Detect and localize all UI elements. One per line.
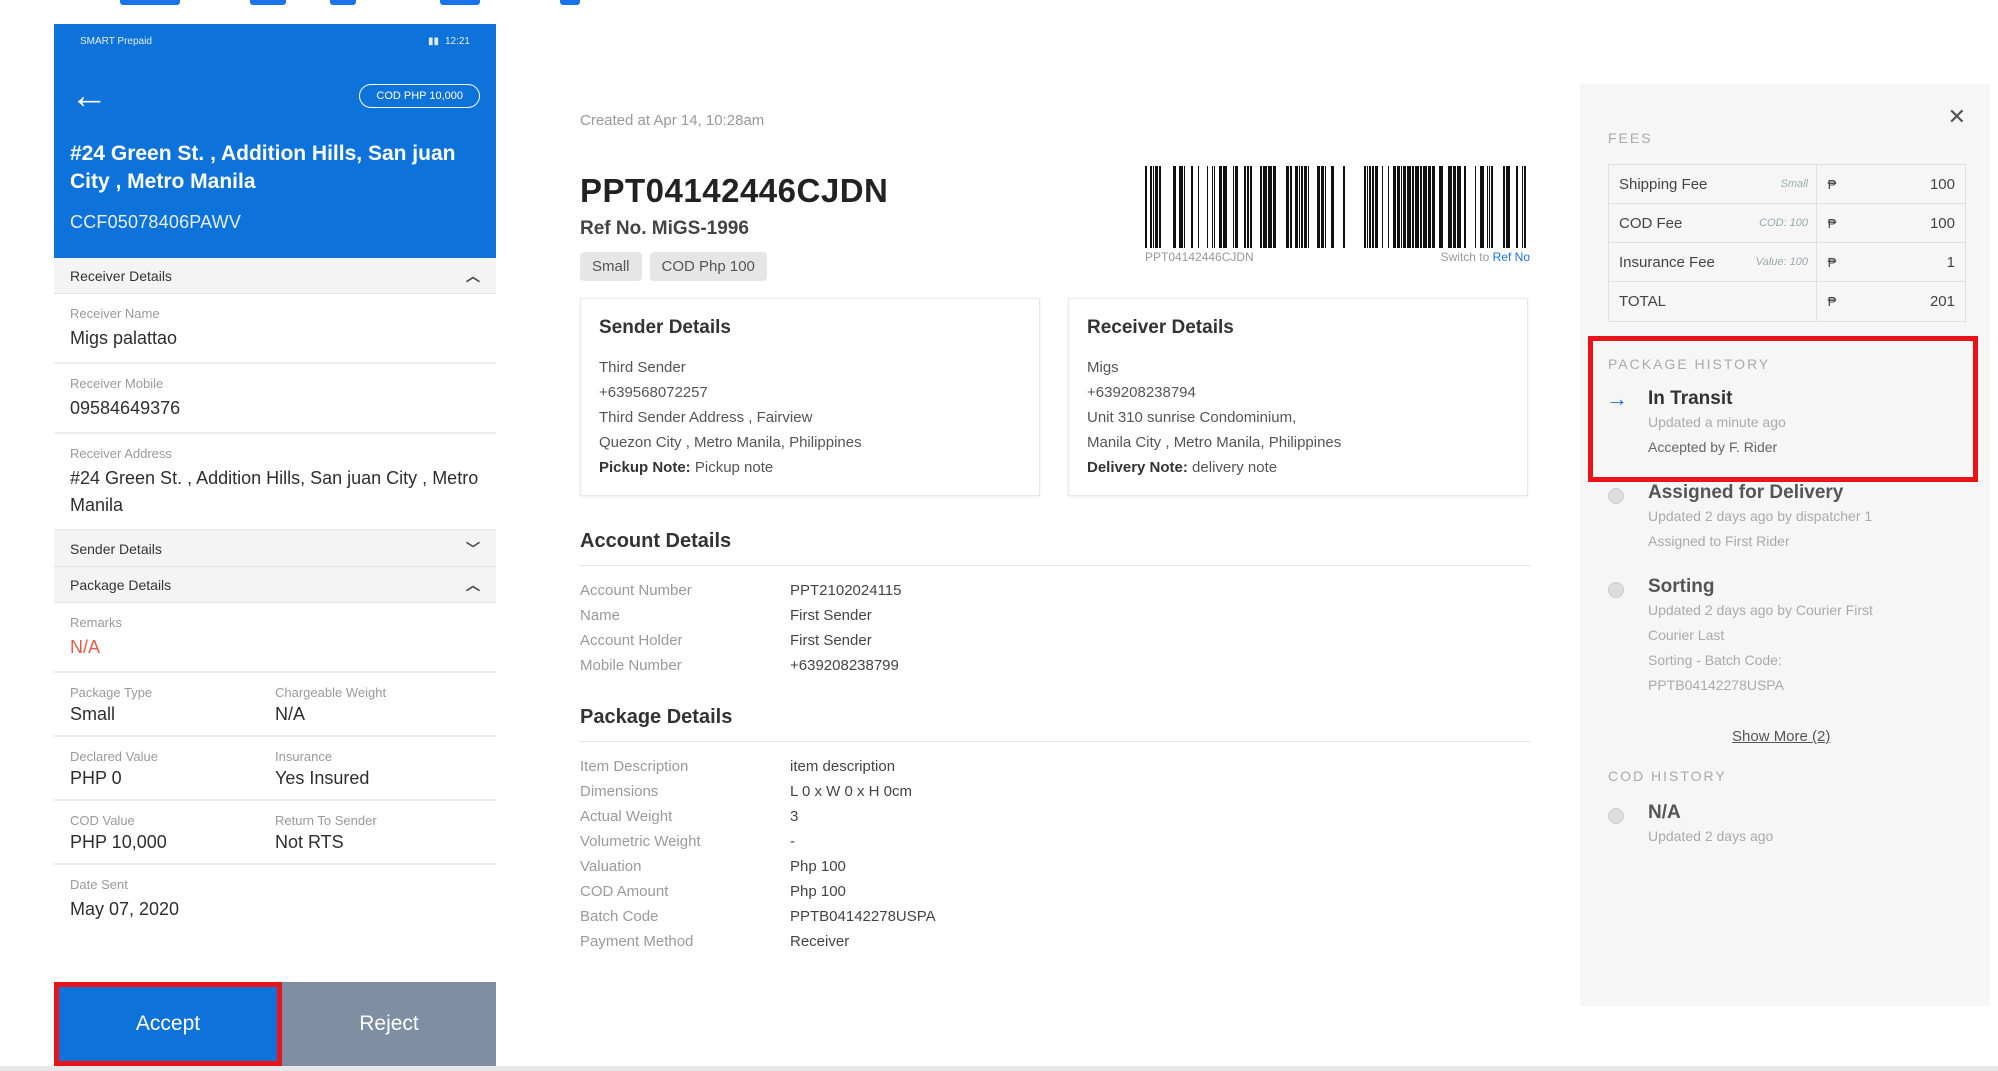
kv-row: Valuation Php 100 bbox=[580, 858, 846, 875]
tracking-code: CCF05078406PAWV bbox=[70, 212, 242, 232]
screen: SMART Prepaid ▮▮ 12:21 ← COD PHP 10,000 … bbox=[0, 0, 1998, 1071]
kv-row: Account Number PPT2102024115 bbox=[580, 582, 902, 599]
kv-row: Batch Code PPTB04142278USPA bbox=[580, 908, 936, 925]
accept-button[interactable]: Accept bbox=[54, 982, 282, 1066]
package-detail-panel: Created at Apr 14, 10:28am PPT04142446CJ… bbox=[580, 112, 1530, 950]
kv-row: Dimensions L 0 x W 0 x H 0cm bbox=[580, 783, 912, 800]
cod-history-label: COD HISTORY bbox=[1608, 768, 1727, 784]
fee-row: Insurance Fee Value: 100 ₱ 1 bbox=[1609, 243, 1965, 282]
fee-row: COD Fee COD: 100 ₱ 100 bbox=[1609, 204, 1965, 243]
history-item-sorting: Sorting Updated 2 days ago by Courier Fi… bbox=[1608, 576, 1873, 698]
kv-row: Volumetric Weight - bbox=[580, 833, 795, 850]
sender-details-toggle[interactable]: Sender Details ﹀ bbox=[54, 531, 496, 567]
fees-table: Shipping Fee Small ₱ 100 COD Fee COD: 100 ₱… bbox=[1608, 164, 1966, 322]
chevron-up-icon: ︿ bbox=[466, 576, 480, 593]
back-arrow-icon[interactable]: ← bbox=[70, 77, 108, 115]
receiver-name-field: Receiver Name Migs palattao bbox=[54, 294, 496, 364]
fee-total-row: TOTAL ₱ 201 bbox=[1609, 282, 1965, 321]
carrier-label: SMART Prepaid bbox=[80, 35, 152, 47]
cod-tag: COD Php 100 bbox=[649, 252, 767, 281]
history-item-in-transit: → In Transit Updated a minute ago Accept… bbox=[1606, 386, 1786, 455]
top-strip-decoration bbox=[60, 0, 580, 6]
status-bar: SMART Prepaid ▮▮ 12:21 bbox=[54, 24, 496, 58]
created-at: Created at Apr 14, 10:28am bbox=[580, 112, 765, 129]
close-icon[interactable]: ✕ bbox=[1948, 104, 1966, 130]
arrow-right-icon: → bbox=[1606, 386, 1628, 411]
package-id: PPT04142446CJDN bbox=[580, 172, 889, 209]
kv-row: Item Description item description bbox=[580, 758, 896, 775]
package-history-label: PACKAGE HISTORY bbox=[1608, 356, 1771, 372]
receiver-address-field: Receiver Address #24 Green St. , Additio… bbox=[54, 434, 496, 531]
kv-row: Mobile Number +639208238799 bbox=[580, 657, 899, 674]
address-title: #24 Green St. , Addition Hills, San juan… bbox=[70, 142, 456, 193]
phone-header: SMART Prepaid ▮▮ 12:21 ← COD PHP 10,000 … bbox=[54, 24, 496, 258]
package-details-section: Package Details Item Description item des… bbox=[580, 706, 1530, 954]
remarks-field: Remarks N/A bbox=[54, 603, 496, 673]
side-panel: ✕ FEES Shipping Fee Small ₱ 100 COD Fee COD… bbox=[1580, 84, 1990, 1006]
status-dot-icon bbox=[1608, 582, 1624, 598]
receiver-mobile-field: Receiver Mobile 09584649376 bbox=[54, 364, 496, 434]
barcode: PPT04142446CJDN Switch to Ref No bbox=[1145, 166, 1530, 264]
package-details-toggle[interactable]: Package Details ︿ bbox=[54, 567, 496, 603]
fees-label: FEES bbox=[1608, 130, 1653, 146]
kv-row: Name First Sender bbox=[580, 607, 872, 624]
receiver-details-toggle[interactable]: Receiver Details ︿ bbox=[54, 258, 496, 294]
barcode-image bbox=[1145, 166, 1526, 248]
bottom-divider bbox=[0, 1066, 1998, 1071]
size-tag: Small bbox=[580, 252, 642, 281]
switch-to-ref-link[interactable]: Switch to Ref No bbox=[1441, 250, 1530, 264]
kv-row: Account Holder First Sender bbox=[580, 632, 872, 649]
chevron-up-icon: ︿ bbox=[466, 267, 480, 284]
receiver-details-card: Receiver Details Migs +639208238794 Unit… bbox=[1068, 298, 1528, 496]
cod-history-item: N/A Updated 2 days ago bbox=[1608, 802, 1773, 849]
ref-no: Ref No. MiGS-1996 bbox=[580, 218, 749, 239]
package-type-row: Package Type Small Chargeable Weight N/A bbox=[54, 673, 496, 737]
declared-value-row: Declared Value PHP 0 Insurance Yes Insur… bbox=[54, 737, 496, 801]
show-more-link[interactable]: Show More (2) bbox=[1732, 728, 1830, 745]
barcode-text: PPT04142446CJDN bbox=[1145, 250, 1254, 264]
kv-row: Actual Weight 3 bbox=[580, 808, 799, 825]
status-dot-icon bbox=[1608, 488, 1624, 504]
kv-row: Payment Method Receiver bbox=[580, 933, 850, 950]
kv-row: COD Amount Php 100 bbox=[580, 883, 846, 900]
mobile-app: SMART Prepaid ▮▮ 12:21 ← COD PHP 10,000 … bbox=[54, 24, 496, 1066]
account-details-section: Account Details Account Number PPT2102024… bbox=[580, 530, 1530, 678]
reject-button[interactable]: Reject bbox=[282, 982, 496, 1066]
date-sent-field: Date Sent May 07, 2020 bbox=[70, 877, 180, 919]
sender-details-card: Sender Details Third Sender +63956807225… bbox=[580, 298, 1040, 496]
cod-pill: COD PHP 10,000 bbox=[359, 84, 480, 108]
fee-row: Shipping Fee Small ₱ 100 bbox=[1609, 165, 1965, 204]
status-dot-icon bbox=[1608, 808, 1624, 824]
clock-label: 12:21 bbox=[444, 35, 470, 47]
chevron-down-icon: ﹀ bbox=[466, 540, 480, 557]
cod-value-row: COD Value PHP 10,000 Return To Sender No… bbox=[54, 801, 496, 865]
history-item-assigned: Assigned for Delivery Updated 2 days ago… bbox=[1608, 482, 1872, 554]
signal-icon: ▮▮ bbox=[427, 35, 439, 47]
